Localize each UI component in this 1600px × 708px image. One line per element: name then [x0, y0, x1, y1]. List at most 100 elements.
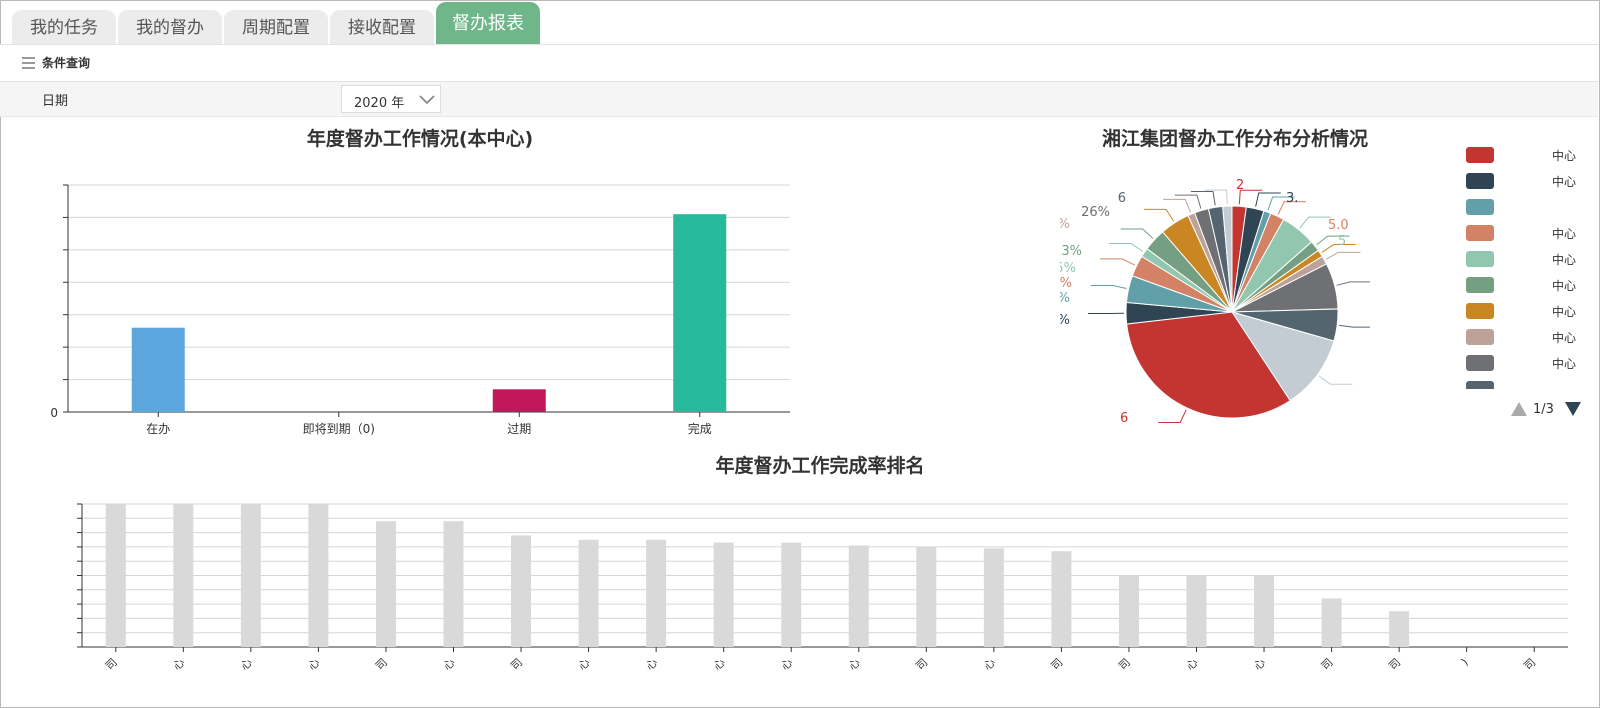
x-tick-label: 心: [170, 656, 187, 673]
x-tick-label: 心: [778, 656, 795, 673]
rank-bar-0: [105, 504, 126, 647]
pie-outer-label: 5: [1338, 234, 1346, 249]
legend-swatch: [1466, 329, 1494, 345]
legend-item[interactable]: 中心: [1466, 328, 1586, 346]
condition-title: 条件查询: [42, 56, 91, 70]
rank-bar-12: [916, 546, 937, 647]
legend-item[interactable]: [1466, 380, 1586, 389]
date-label: 日期: [42, 94, 69, 109]
pager-text: 1/3: [1533, 402, 1554, 417]
rank-bar-6: [511, 535, 532, 647]
pie-label-line: [1191, 190, 1216, 206]
x-tick-label: 心: [306, 656, 323, 673]
legend-item[interactable]: 中心: [1466, 354, 1586, 372]
legend-swatch: [1466, 147, 1494, 163]
x-tick-label: 司: [913, 656, 930, 673]
chart3-title: 年度督办工作完成率排名: [715, 455, 925, 477]
legend-label: 中心: [1552, 279, 1577, 293]
x-tick-label: 完成: [688, 421, 712, 436]
rank-bar-15: [1118, 575, 1139, 647]
pie-outer-label: %: [1060, 313, 1070, 328]
legend-swatch: [1466, 251, 1494, 267]
pie-legend: 中心 中心 中心 中心 中心 中心 中心 中心: [1466, 143, 1586, 389]
x-tick-label: 心: [846, 656, 863, 673]
x-tick-label: ): [1459, 656, 1471, 668]
pie-outer-label: %: [1060, 291, 1070, 306]
pie-label-line: [1325, 251, 1361, 260]
x-tick-label: 司: [1319, 656, 1336, 673]
chart1-title: 年度督办工作情况(本中心): [306, 128, 534, 150]
rank-bar-13: [983, 548, 1004, 647]
legend-item[interactable]: 中心: [1466, 172, 1586, 190]
legend-swatch: [1466, 277, 1494, 293]
pie-outer-label: %: [1060, 217, 1070, 232]
x-tick-label: 司: [1521, 656, 1538, 673]
x-tick-label: 心: [643, 656, 660, 673]
legend-label: 中心: [1552, 357, 1577, 371]
rank-bar-10: [781, 542, 802, 647]
rank-bar-5: [443, 521, 464, 647]
x-tick-label: 心: [576, 656, 593, 673]
legend-item[interactable]: 中心: [1466, 146, 1586, 164]
x-tick-label: 司: [103, 656, 120, 673]
x-tick-label: 心: [1251, 656, 1268, 673]
rank-bar-11: [848, 545, 869, 647]
rank-bar-2: [240, 504, 261, 647]
triangle-down-icon[interactable]: [1564, 400, 1582, 418]
pie-label-line: [1144, 208, 1175, 222]
legend-label: 中心: [1552, 305, 1577, 319]
pie-label-line: [1158, 409, 1187, 423]
tab-receive-config[interactable]: 接收配置: [330, 10, 434, 44]
x-tick-label: 司: [1049, 656, 1066, 673]
pie-outer-label: 3%: [1060, 276, 1072, 291]
rank-bar-1: [173, 504, 194, 647]
menu-icon[interactable]: [22, 57, 35, 72]
x-tick-label: 司: [1386, 656, 1403, 673]
bar-0: [131, 327, 185, 412]
pie-outer-label: 5%: [1060, 261, 1076, 276]
legend-pager: 1/3: [1510, 400, 1600, 420]
tab-cycle-config[interactable]: 周期配置: [224, 10, 328, 44]
legend-item[interactable]: 中心: [1466, 276, 1586, 294]
legend-item[interactable]: 中心: [1466, 302, 1586, 320]
legend-swatch: [1466, 173, 1494, 189]
rank-bar-8: [646, 539, 667, 647]
chart2-title: 湘江集团督办工作分布分析情况: [1101, 128, 1368, 150]
x-tick-label: 司: [1116, 656, 1133, 673]
pie-label-line: [1204, 189, 1228, 205]
x-tick-label: 心: [238, 656, 255, 673]
legend-swatch: [1466, 381, 1494, 389]
legend-item[interactable]: 中心: [1466, 250, 1586, 268]
pie-label-line: [1255, 192, 1281, 207]
legend-item[interactable]: [1466, 198, 1586, 216]
x-tick-label: 心: [1184, 656, 1201, 673]
pie-outer-label: 2: [1236, 178, 1244, 193]
rank-bar-14: [1051, 551, 1072, 647]
pie-label-line: [1120, 228, 1154, 239]
pie-outer-label: 6: [1120, 411, 1128, 426]
legend-item[interactable]: 中心: [1466, 224, 1586, 242]
tab-supervision-report[interactable]: 督办报表: [436, 2, 540, 44]
condition-bar: 条件查询: [0, 45, 1598, 82]
bar-3: [673, 214, 727, 412]
rank-bar-19: [1389, 611, 1410, 647]
tab-bar: 我的任务 我的督办 周期配置 接收配置 督办报表: [0, 0, 1598, 45]
pie-label-line: [1336, 281, 1370, 286]
rank-bar-7: [578, 539, 599, 647]
year-select[interactable]: 2020 年: [341, 85, 441, 113]
legend-swatch: [1466, 303, 1494, 319]
pie-label-line: [1318, 375, 1353, 385]
x-tick-label: 心: [981, 656, 998, 673]
legend-label: 中心: [1552, 253, 1577, 267]
legend-swatch: [1466, 355, 1494, 371]
tab-my-supervision[interactable]: 我的督办: [118, 10, 222, 44]
x-tick-label: 心: [441, 656, 458, 673]
tab-my-tasks[interactable]: 我的任务: [12, 10, 116, 44]
x-tick-label: 司: [373, 656, 390, 673]
triangle-up-icon[interactable]: [1510, 400, 1528, 418]
rank-bar-9: [713, 542, 734, 647]
x-tick-label: 在办: [146, 421, 170, 436]
pie-outer-label: 13%: [1060, 244, 1082, 259]
center-status-bar-chart: 0 在办 即将到期（0) 过期 完成: [50, 184, 790, 436]
y-tick-label: 0: [50, 406, 58, 420]
